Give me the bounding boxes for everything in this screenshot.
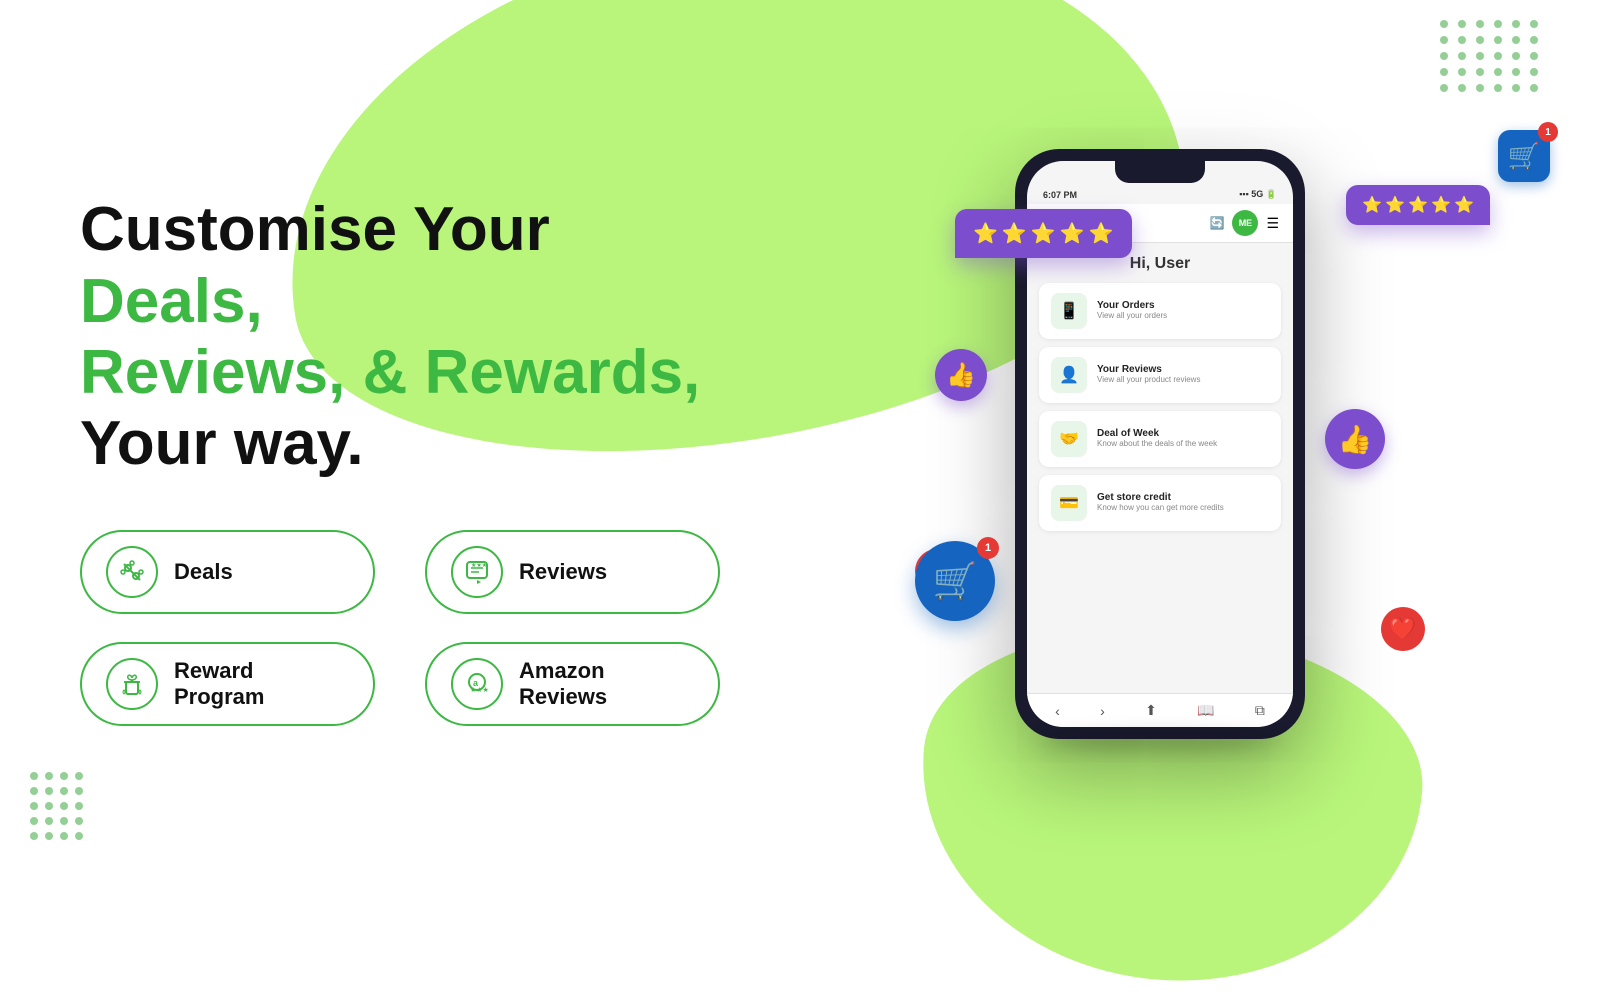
orders-subtitle: View all your orders xyxy=(1097,311,1167,321)
left-content: Customise Your Deals,Reviews, & Rewards,… xyxy=(0,114,780,785)
headline-green-text: Deals,Reviews, & Rewards, xyxy=(80,267,700,407)
phone-container: ⭐⭐⭐⭐⭐ 👍 👍 ❤️ ❤️ 🛒 1 6:07 PM xyxy=(1015,149,1305,751)
credit-title: Get store credit xyxy=(1097,492,1224,503)
orders-text: Your Orders View all your orders xyxy=(1097,300,1167,321)
headline: Customise Your Deals,Reviews, & Rewards,… xyxy=(80,194,720,479)
stars-float-left: ⭐⭐⭐⭐⭐ xyxy=(955,209,1132,258)
deal-title: Deal of Week xyxy=(1097,428,1217,439)
deals-label: Deals xyxy=(174,559,233,585)
feature-btn-amazon-reviews[interactable]: a ★★★ Amazon Reviews xyxy=(425,642,720,726)
menu-item-store-credit[interactable]: 💳 Get store credit Know how you can get … xyxy=(1039,475,1281,531)
phone-shadow xyxy=(1040,731,1280,751)
main-container: Customise Your Deals,Reviews, & Rewards,… xyxy=(0,0,1600,900)
phone-signal: ▪▪▪ 5G 🔋 xyxy=(1239,189,1277,200)
reviews-label: Reviews xyxy=(519,559,607,585)
thumbs-icon-right: 👍 xyxy=(1325,409,1385,469)
nav-book-icon[interactable]: 📖 xyxy=(1197,702,1214,719)
heart-icon-right: ❤️ xyxy=(1381,607,1425,651)
credit-subtitle: Know how you can get more credits xyxy=(1097,503,1224,513)
menu-item-deal-of-week[interactable]: 🤝 Deal of Week Know about the deals of t… xyxy=(1039,411,1281,467)
phone-notch xyxy=(1115,161,1205,183)
nav-copy-icon[interactable]: ⧉ xyxy=(1255,702,1265,719)
reward-program-label: Reward Program xyxy=(174,658,349,710)
cart-badge-top-right: 1 xyxy=(1538,122,1558,142)
reviews-text: Your Reviews View all your product revie… xyxy=(1097,364,1200,385)
menu-item-orders[interactable]: 📱 Your Orders View all your orders xyxy=(1039,283,1281,339)
reviews-icon: ★★★ xyxy=(451,546,503,598)
deal-subtitle: Know about the deals of the week xyxy=(1097,439,1217,449)
nav-avatar: ME xyxy=(1232,210,1258,236)
credit-icon: 💳 xyxy=(1051,485,1087,521)
orders-title: Your Orders xyxy=(1097,300,1167,311)
reviews-title: Your Reviews xyxy=(1097,364,1200,375)
phone-content: Hi, User 📱 Your Orders View all your ord… xyxy=(1027,243,1293,693)
reward-icon xyxy=(106,658,158,710)
feature-btn-reviews[interactable]: ★★★ Reviews xyxy=(425,530,720,614)
orders-icon: 📱 xyxy=(1051,293,1087,329)
stars-top-right: ⭐⭐⭐⭐⭐ xyxy=(1346,185,1490,225)
right-content: ⭐⭐⭐⭐⭐ 👍 👍 ❤️ ❤️ 🛒 1 6:07 PM xyxy=(780,149,1600,751)
svg-text:★★★: ★★★ xyxy=(470,686,489,694)
reviews-menu-icon: 👤 xyxy=(1051,357,1087,393)
feature-btn-reward-program[interactable]: Reward Program xyxy=(80,642,375,726)
menu-icon: ☰ xyxy=(1266,215,1279,232)
phone-bottom-nav: ‹ › ⬆ 📖 ⧉ xyxy=(1027,693,1293,727)
deal-text: Deal of Week Know about the deals of the… xyxy=(1097,428,1217,449)
menu-item-reviews[interactable]: 👤 Your Reviews View all your product rev… xyxy=(1039,347,1281,403)
nav-forward-icon[interactable]: › xyxy=(1100,703,1105,719)
phone-time: 6:07 PM xyxy=(1043,190,1077,200)
thumbs-icon-left: 👍 xyxy=(935,349,987,401)
cart-float-icon: 🛒 1 xyxy=(915,541,995,621)
feature-btn-deals[interactable]: Deals xyxy=(80,530,375,614)
deals-icon xyxy=(106,546,158,598)
nav-share-icon[interactable]: ⬆ xyxy=(1145,702,1157,719)
svg-text:★★★: ★★★ xyxy=(471,562,487,569)
reviews-subtitle: View all your product reviews xyxy=(1097,375,1200,385)
cart-icon-top-right: 🛒 1 xyxy=(1498,130,1550,182)
deal-icon: 🤝 xyxy=(1051,421,1087,457)
refresh-icon: 🔄 xyxy=(1209,216,1224,230)
amazon-icon: a ★★★ xyxy=(451,658,503,710)
credit-text: Get store credit Know how you can get mo… xyxy=(1097,492,1224,513)
feature-buttons: Deals ★★★ Reviews xyxy=(80,530,720,726)
cart-float-badge: 1 xyxy=(977,537,999,559)
amazon-reviews-label: Amazon Reviews xyxy=(519,658,694,710)
nav-back-icon[interactable]: ‹ xyxy=(1055,703,1060,719)
